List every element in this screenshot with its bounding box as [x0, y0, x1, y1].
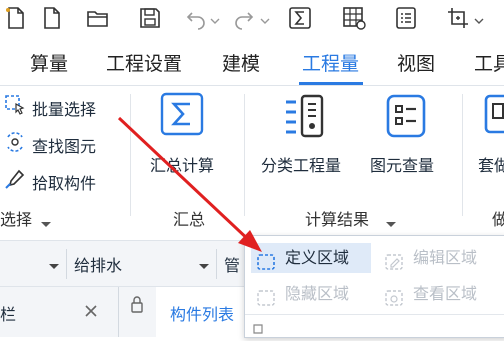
annotation-arrow-line: [117, 116, 254, 245]
annotation-arrow: [117, 116, 262, 252]
